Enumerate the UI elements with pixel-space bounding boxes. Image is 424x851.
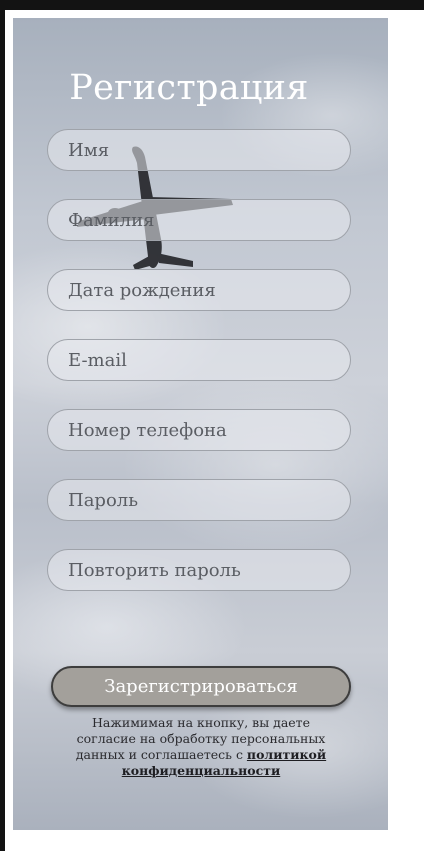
register-button[interactable]: Зарегистрироваться [51, 666, 351, 707]
password-input[interactable] [47, 479, 351, 521]
registration-panel: Регистрация Зарегистрироваться Нажимимая… [13, 18, 388, 830]
email-input[interactable] [47, 339, 351, 381]
first-name-input[interactable] [47, 129, 351, 171]
password-repeat-input[interactable] [47, 549, 351, 591]
phone-input[interactable] [47, 409, 351, 451]
left-frame-bar [0, 0, 5, 851]
birth-date-input[interactable] [47, 269, 351, 311]
consent-notice: Нажимимая на кнопку, вы даете согласие н… [73, 715, 329, 779]
top-frame-bar [0, 0, 424, 10]
page-title: Регистрация [69, 68, 309, 108]
last-name-input[interactable] [47, 199, 351, 241]
